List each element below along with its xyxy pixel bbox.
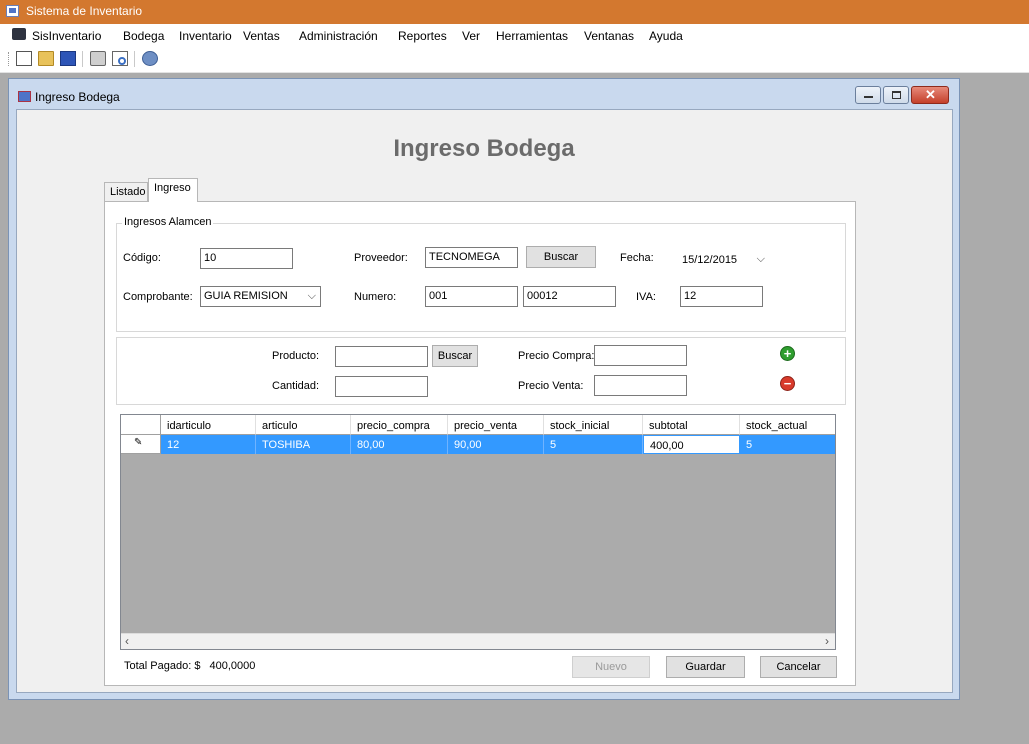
total-label: Total Pagado: $ [124, 660, 201, 672]
proveedor-field[interactable]: TECNOMEGA [425, 247, 518, 268]
help-icon[interactable] [142, 51, 158, 66]
child-window-title-bar: Ingreso Bodega ✕ [9, 79, 959, 109]
menu-ventanas[interactable]: Ventanas [584, 29, 634, 43]
table-cell[interactable]: 90,00 [448, 435, 544, 454]
comprobante-select[interactable]: GUIA REMISION ⌵ [200, 286, 321, 307]
menu-bodega[interactable]: Bodega [123, 29, 164, 43]
plus-icon: + [783, 346, 792, 361]
toolbar-separator [82, 51, 83, 67]
chevron-down-icon: ⌵ [307, 290, 316, 302]
codigo-field[interactable]: 10 [200, 248, 293, 269]
grid-corner-header [121, 415, 161, 435]
total-value: 400,0000 [209, 660, 256, 672]
producto-field[interactable] [335, 346, 428, 367]
print-preview-icon[interactable] [112, 51, 128, 66]
cancelar-button[interactable]: Cancelar [760, 656, 837, 678]
precio-venta-field[interactable] [594, 375, 687, 396]
edit-pencil-icon: ✎ [134, 437, 143, 448]
detalle-grid[interactable]: idarticulo articulo precio_compra precio… [120, 414, 836, 650]
table-cell[interactable]: TOSHIBA [256, 435, 351, 454]
restore-icon [892, 91, 901, 99]
comprobante-label: Comprobante: [123, 291, 193, 303]
menu-herramientas[interactable]: Herramientas [496, 29, 568, 43]
guardar-button[interactable]: Guardar [666, 656, 745, 678]
scroll-right-icon[interactable]: › [825, 634, 829, 648]
producto-panel [116, 337, 846, 405]
precio-compra-field[interactable] [594, 345, 687, 366]
precio-compra-label: Precio Compra: [518, 350, 595, 362]
close-icon: ✕ [925, 87, 936, 102]
toolbar-separator [134, 51, 135, 67]
table-cell[interactable]: 12 [161, 435, 256, 454]
buscar-proveedor-button[interactable]: Buscar [526, 246, 596, 268]
codigo-label: Código: [123, 252, 161, 264]
menu-inventario[interactable]: Inventario [179, 29, 232, 43]
iva-field[interactable]: 12 [680, 286, 763, 307]
menu-ver[interactable]: Ver [462, 29, 480, 43]
menu-ventas[interactable]: Ventas [243, 29, 280, 43]
app-icon [6, 5, 19, 17]
nuevo-button[interactable]: Nuevo [572, 656, 650, 678]
producto-label: Producto: [272, 350, 320, 362]
comprobante-value: GUIA REMISION [204, 290, 288, 302]
groupbox-legend: Ingresos Alamcen [122, 216, 214, 228]
cantidad-field[interactable] [335, 376, 428, 397]
iva-label: IVA: [636, 291, 656, 303]
menu-sisinventario[interactable]: SisInventario [32, 29, 101, 43]
precio-venta-label: Precio Venta: [518, 380, 584, 392]
column-header-stock-actual[interactable]: stock_actual [740, 415, 835, 435]
window-icon [18, 91, 31, 102]
toolbar-grip [8, 52, 11, 66]
scroll-left-icon[interactable]: ‹ [125, 634, 129, 648]
numero-serie-field[interactable]: 001 [425, 286, 518, 307]
menu-administracion[interactable]: Administración [299, 29, 378, 43]
column-header-precio-venta[interactable]: precio_venta [448, 415, 544, 435]
proveedor-label: Proveedor: [354, 252, 408, 264]
table-cell[interactable]: 5 [740, 435, 835, 454]
fecha-datepicker[interactable]: 15/12/2015 ⌵ [678, 248, 770, 269]
sisinventario-icon [12, 28, 26, 40]
open-icon[interactable] [38, 51, 54, 66]
column-header-precio-compra[interactable]: precio_compra [351, 415, 448, 435]
table-cell[interactable]: 80,00 [351, 435, 448, 454]
total-pagado: Total Pagado: $ 400,0000 [124, 660, 255, 672]
app-title-bar: Sistema de Inventario [0, 0, 1029, 24]
cantidad-label: Cantidad: [272, 380, 320, 392]
restore-button[interactable] [883, 86, 909, 104]
save-icon[interactable] [60, 51, 76, 66]
numero-documento-field[interactable]: 00012 [523, 286, 616, 307]
menu-ayuda[interactable]: Ayuda [649, 29, 683, 43]
column-header-articulo[interactable]: articulo [256, 415, 351, 435]
remove-item-button[interactable]: − [780, 376, 795, 391]
print-icon[interactable] [90, 51, 106, 66]
close-button[interactable]: ✕ [911, 86, 949, 104]
column-header-subtotal[interactable]: subtotal [643, 415, 740, 435]
table-cell[interactable]: 5 [544, 435, 643, 454]
fecha-label: Fecha: [620, 252, 654, 264]
new-icon[interactable] [16, 51, 32, 66]
add-item-button[interactable]: + [780, 346, 795, 361]
fecha-value: 15/12/2015 [682, 254, 738, 266]
child-window-title: Ingreso Bodega [35, 90, 120, 104]
table-cell-editing[interactable]: 400,00 [643, 435, 740, 454]
page-title: Ingreso Bodega [393, 135, 575, 162]
minimize-icon [864, 96, 873, 98]
tab-listado[interactable]: Listado [104, 182, 148, 201]
row-header[interactable]: ✎ [121, 435, 161, 454]
buscar-producto-button[interactable]: Buscar [432, 345, 478, 367]
column-header-idarticulo[interactable]: idarticulo [161, 415, 256, 435]
horizontal-scrollbar[interactable]: ‹ › [121, 633, 835, 649]
numero-label: Numero: [354, 291, 397, 303]
menu-reportes[interactable]: Reportes [398, 29, 447, 43]
toolbar [0, 46, 1029, 73]
minimize-button[interactable] [855, 86, 881, 104]
app-title: Sistema de Inventario [26, 4, 143, 18]
minus-icon: − [783, 376, 792, 391]
column-header-stock-inicial[interactable]: stock_inicial [544, 415, 643, 435]
chevron-down-icon: ⌵ [756, 253, 765, 265]
ingresos-groupbox [116, 223, 846, 332]
tab-ingreso[interactable]: Ingreso [148, 178, 198, 202]
